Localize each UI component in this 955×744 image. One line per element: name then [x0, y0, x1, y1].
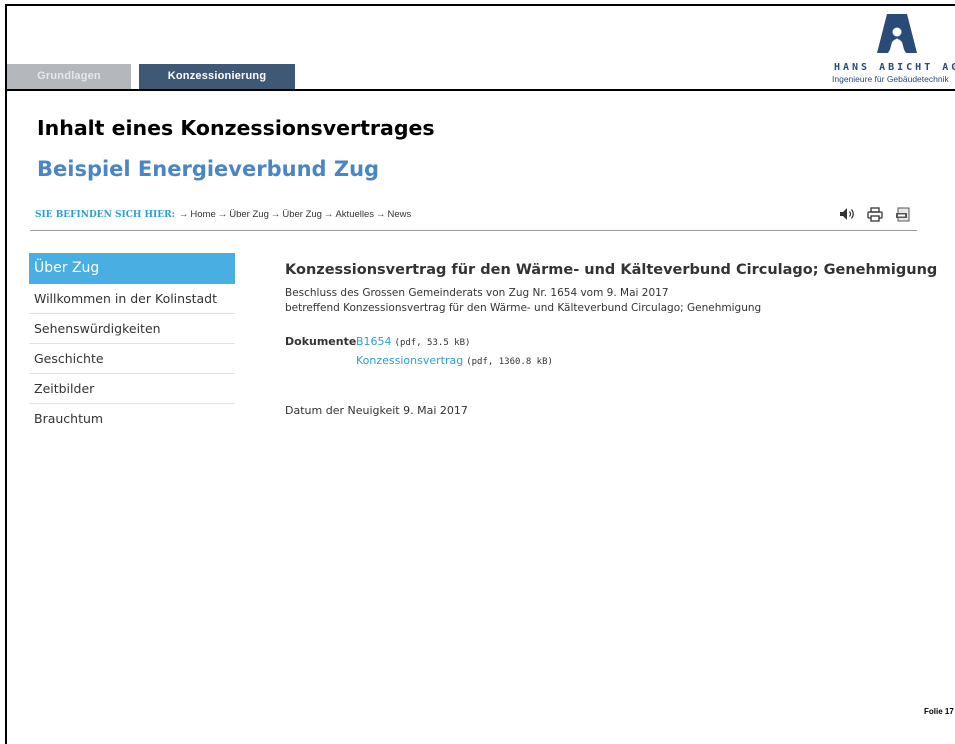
arrow-right-icon: →	[323, 209, 334, 220]
page-tools	[838, 206, 912, 222]
breadcrumb-ueber-zug-sub[interactable]: Über Zug	[282, 209, 322, 220]
document-link-b1654[interactable]: B1654	[356, 335, 392, 348]
breadcrumb-news[interactable]: News	[388, 209, 412, 220]
sidebar-nav: Über Zug Willkommen in der Kolinstadt Se…	[29, 253, 235, 433]
breadcrumb-aktuelles[interactable]: Aktuelles	[335, 209, 374, 220]
slide-number: Folie 17	[924, 707, 954, 716]
sidebar-item-brauchtum[interactable]: Brauchtum	[29, 404, 235, 433]
arrow-right-icon: →	[270, 209, 281, 220]
tab-grundlagen[interactable]: Grundlagen	[7, 64, 131, 89]
speaker-icon[interactable]	[838, 206, 856, 222]
documents-label: Dokumente	[285, 335, 357, 348]
company-logo: HANS ABICHT AG Ingenieure für Gebäudetec…	[830, 12, 955, 84]
article-title: Konzessionsvertrag für den Wärme- und Kä…	[285, 262, 938, 278]
tab-konzessionierung[interactable]: Konzessionierung	[139, 64, 295, 89]
breadcrumb-label: SIE BEFINDEN SICH HIER:	[35, 209, 175, 220]
logo-name: HANS ABICHT AG	[834, 62, 955, 73]
logo-tagline: Ingenieure für Gebäudetechnik	[832, 74, 949, 84]
sidebar-item-geschichte[interactable]: Geschichte	[29, 344, 235, 374]
news-date: Datum der Neuigkeit 9. Mai 2017	[285, 404, 468, 417]
abicht-logo-icon	[877, 14, 917, 53]
arrow-right-icon: →	[376, 209, 386, 220]
slide-title: Inhalt eines Konzessionsvertrages	[37, 116, 435, 140]
main-content: Konzessionsvertrag für den Wärme- und Kä…	[285, 262, 938, 417]
arrow-right-icon: →	[178, 209, 189, 220]
sidebar-item-ueber-zug[interactable]: Über Zug	[29, 253, 235, 284]
breadcrumb-home[interactable]: Home	[190, 209, 215, 220]
top-tabs: Grundlagen Konzessionierung	[7, 64, 295, 89]
document-link-konzessionsvertrag[interactable]: Konzessionsvertrag	[356, 354, 463, 367]
print-icon[interactable]	[866, 206, 884, 222]
sidebar-item-sehenswuerdigkeiten[interactable]: Sehenswürdigkeiten	[29, 314, 235, 344]
document-meta: (pdf, 53.5 kB)	[394, 338, 471, 348]
sidebar-item-zeitbilder[interactable]: Zeitbilder	[29, 374, 235, 404]
arrow-right-icon: →	[217, 209, 228, 220]
documents-section: DokumenteB1654 (pdf, 53.5 kB) Konzessions…	[285, 333, 925, 371]
breadcrumb: SIE BEFINDEN SICH HIER: → Home → Über Zu…	[35, 209, 411, 220]
document-row: Konzessionsvertrag (pdf, 1360.8 kB)	[285, 352, 925, 371]
breadcrumb-ueber-zug[interactable]: Über Zug	[229, 209, 269, 220]
article-desc-line: betreffend Konzessionsvertrag für den Wä…	[285, 302, 762, 314]
header-divider	[7, 89, 955, 91]
slide-subtitle: Beispiel Energieverbund Zug	[37, 157, 380, 181]
article-description: Beschluss des Grossen Gemeinderats von Z…	[285, 286, 925, 316]
article-desc-line: Beschluss des Grossen Gemeinderats von Z…	[285, 287, 669, 299]
pdf-icon[interactable]	[894, 206, 912, 222]
breadcrumb-divider	[30, 230, 917, 231]
document-row: DokumenteB1654 (pdf, 53.5 kB)	[285, 333, 925, 352]
sidebar-item-willkommen[interactable]: Willkommen in der Kolinstadt	[29, 284, 235, 314]
document-meta: (pdf, 1360.8 kB)	[466, 357, 553, 367]
